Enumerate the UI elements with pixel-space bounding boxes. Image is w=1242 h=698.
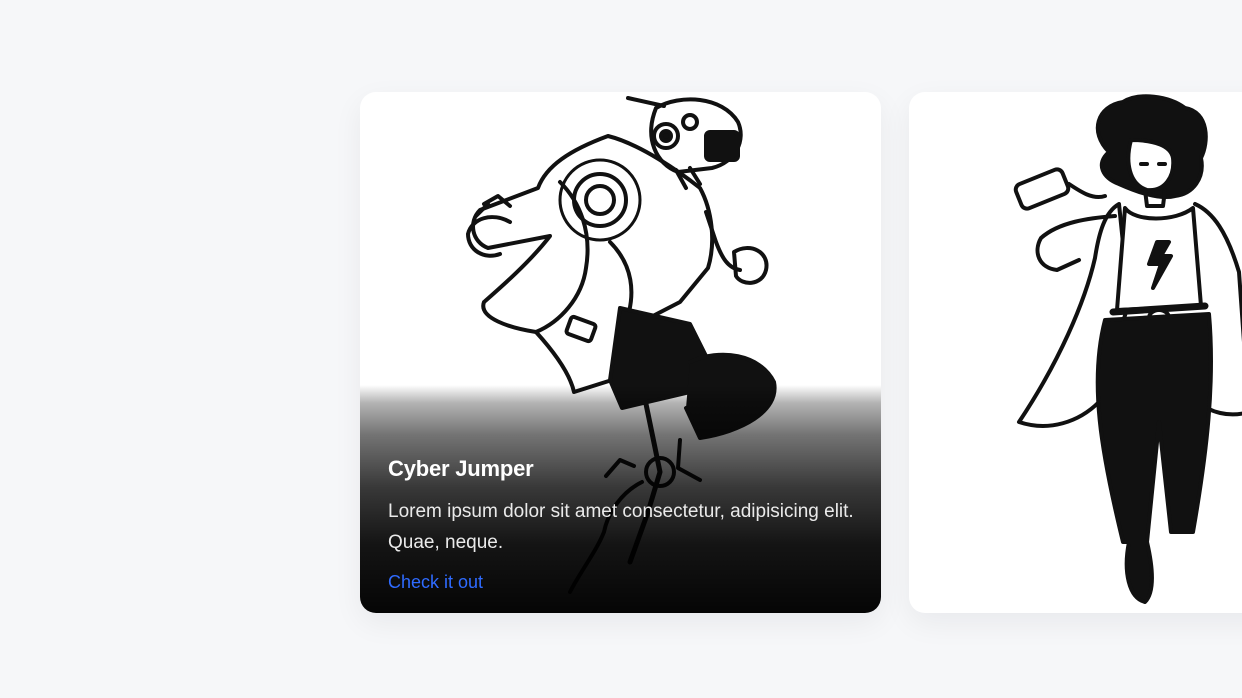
card-cyber-jumper[interactable]: Cyber Jumper Lorem ipsum dolor sit amet … [360, 92, 881, 613]
card-scientist[interactable] [909, 92, 1242, 613]
card-title: Cyber Jumper [388, 456, 534, 481]
card-content: Cyber Jumper Lorem ipsum dolor sit amet … [388, 456, 855, 593]
scientist-woman-illustration [1013, 94, 1242, 604]
carousel: Cyber Jumper Lorem ipsum dolor sit amet … [0, 0, 1242, 698]
card-description: Lorem ipsum dolor sit amet consectetur, … [388, 501, 854, 553]
check-it-out-link[interactable]: Check it out [388, 572, 483, 593]
